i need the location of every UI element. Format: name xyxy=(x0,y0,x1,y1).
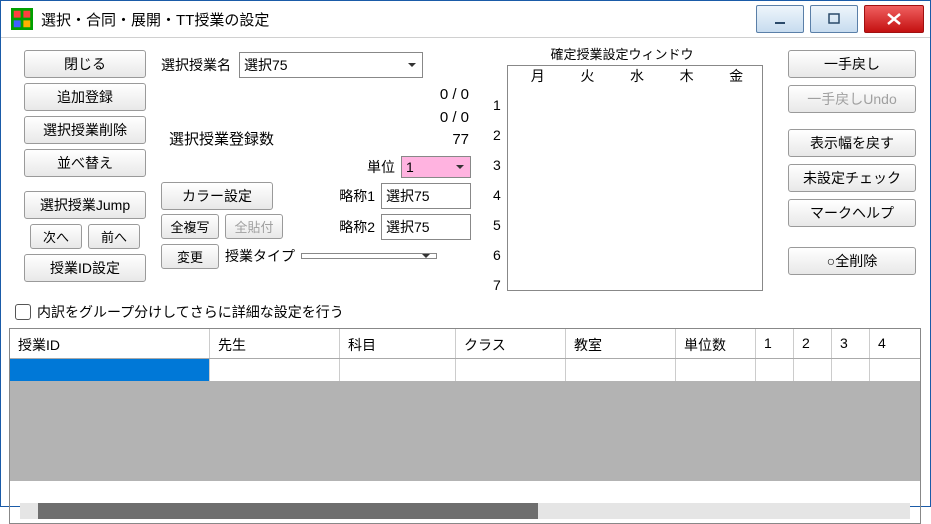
abbr1-label: 略称1 xyxy=(339,186,375,206)
mid-zone: 選択授業名 選択75 0 / 0 0 / 0 選択授業登録数 77 単位 1 カ… xyxy=(161,52,471,269)
add-button[interactable]: 追加登録 xyxy=(24,83,146,111)
period-5: 5 xyxy=(493,210,501,240)
horizontal-scrollbar[interactable] xyxy=(20,503,910,519)
name-value: 選択75 xyxy=(244,57,288,73)
grid-row[interactable] xyxy=(10,359,920,381)
stats: 0 / 0 0 / 0 選択授業登録数 77 xyxy=(161,84,469,152)
grid-cell[interactable] xyxy=(756,359,794,381)
day-thu: 木 xyxy=(680,66,694,86)
mark-help-button[interactable]: マークヘルプ xyxy=(788,199,916,227)
period-7: 7 xyxy=(493,270,501,300)
undo-button[interactable]: 一手戻し xyxy=(788,50,916,78)
day-tue: 火 xyxy=(580,66,594,86)
color-button[interactable]: カラー設定 xyxy=(161,182,273,210)
calendar-grid[interactable] xyxy=(507,65,763,291)
unit-select[interactable]: 1 xyxy=(401,156,471,178)
next-button[interactable]: 次へ xyxy=(30,224,82,249)
period-3: 3 xyxy=(493,150,501,180)
col-lesson-id[interactable]: 授業ID xyxy=(10,329,210,358)
name-select[interactable]: 選択75 xyxy=(239,52,423,78)
delete-button[interactable]: 選択授業削除 xyxy=(24,116,146,144)
copy-all-button[interactable]: 全複写 xyxy=(161,214,219,239)
day-wed: 水 xyxy=(630,66,644,86)
count-label: 選択授業登録数 xyxy=(169,129,274,152)
grid-cell[interactable] xyxy=(870,359,908,381)
detail-checkbox-label: 内訳をグループ分けしてさらに詳細な設定を行う xyxy=(37,302,344,322)
stat-2: 0 / 0 xyxy=(161,107,469,130)
paste-all-button[interactable]: 全貼付 xyxy=(225,214,283,239)
right-column: 一手戻し 一手戻しUndo 表示幅を戻す 未設定チェック マークヘルプ ○全削除 xyxy=(788,50,916,275)
col-class[interactable]: クラス xyxy=(456,329,566,358)
calendar-periods: 1 2 3 4 5 6 7 xyxy=(493,90,501,300)
left-column: 閉じる 追加登録 選択授業削除 並べ替え 選択授業Jump 次へ 前へ 授業ID… xyxy=(15,50,155,282)
unset-check-button[interactable]: 未設定チェック xyxy=(788,164,916,192)
delete-all-button[interactable]: ○全削除 xyxy=(788,247,916,275)
close-form-button[interactable]: 閉じる xyxy=(24,50,146,78)
grid-cell-selected[interactable] xyxy=(10,359,210,381)
type-label: 授業タイプ xyxy=(225,246,295,266)
col-room[interactable]: 教室 xyxy=(566,329,676,358)
grid-cell[interactable] xyxy=(456,359,566,381)
sort-button[interactable]: 並べ替え xyxy=(24,149,146,177)
undo-undo-button[interactable]: 一手戻しUndo xyxy=(788,85,916,113)
calendar-days: 月 火 水 木 金 xyxy=(513,66,761,86)
type-select[interactable] xyxy=(301,253,437,259)
period-1: 1 xyxy=(493,90,501,120)
titlebar: 選択・合同・展開・TT授業の設定 xyxy=(1,1,930,38)
body: 閉じる 追加登録 選択授業削除 並べ替え 選択授業Jump 次へ 前へ 授業ID… xyxy=(1,38,930,504)
period-6: 6 xyxy=(493,240,501,270)
window-controls xyxy=(756,5,930,33)
unit-label: 単位 xyxy=(367,157,395,177)
detail-checkbox-row: 内訳をグループ分けしてさらに詳細な設定を行う xyxy=(15,302,344,322)
day-mon: 月 xyxy=(531,66,545,86)
scrollbar-thumb[interactable] xyxy=(38,503,538,519)
col-units[interactable]: 単位数 xyxy=(676,329,756,358)
grid-cell[interactable] xyxy=(566,359,676,381)
id-setting-button[interactable]: 授業ID設定 xyxy=(24,254,146,282)
col-1[interactable]: 1 xyxy=(756,329,794,358)
grid-cell[interactable] xyxy=(794,359,832,381)
abbr2-input[interactable]: 選択75 xyxy=(381,214,471,240)
count-value: 77 xyxy=(452,129,469,152)
grid-empty-area xyxy=(10,381,920,481)
change-button[interactable]: 変更 xyxy=(161,244,219,269)
period-2: 2 xyxy=(493,120,501,150)
jump-button[interactable]: 選択授業Jump xyxy=(24,191,146,219)
name-label: 選択授業名 xyxy=(161,55,231,75)
abbr1-input[interactable]: 選択75 xyxy=(381,183,471,209)
calendar-zone: 確定授業設定ウィンドウ 月 火 水 木 金 1 2 3 4 5 6 7 xyxy=(477,44,767,291)
grid-header: 授業ID 先生 科目 クラス 教室 単位数 1 2 3 4 xyxy=(10,329,920,359)
calendar-title: 確定授業設定ウィンドウ xyxy=(477,44,767,63)
grid-cell[interactable] xyxy=(676,359,756,381)
prev-button[interactable]: 前へ xyxy=(88,224,140,249)
unit-value: 1 xyxy=(406,159,414,175)
col-subject[interactable]: 科目 xyxy=(340,329,456,358)
data-grid[interactable]: 授業ID 先生 科目 クラス 教室 単位数 1 2 3 4 xyxy=(9,328,921,524)
grid-cell[interactable] xyxy=(340,359,456,381)
minimize-button[interactable] xyxy=(756,5,804,33)
window: 選択・合同・展開・TT授業の設定 閉じる 追加登録 選択授業削除 並べ替え 選択… xyxy=(0,0,931,507)
maximize-button[interactable] xyxy=(810,5,858,33)
col-2[interactable]: 2 xyxy=(794,329,832,358)
day-fri: 金 xyxy=(729,66,743,86)
col-4[interactable]: 4 xyxy=(870,329,908,358)
reset-width-button[interactable]: 表示幅を戻す xyxy=(788,129,916,157)
grid-cell[interactable] xyxy=(832,359,870,381)
grid-cell[interactable] xyxy=(210,359,340,381)
detail-checkbox[interactable] xyxy=(15,304,31,320)
period-4: 4 xyxy=(493,180,501,210)
app-icon xyxy=(11,8,33,30)
col-3[interactable]: 3 xyxy=(832,329,870,358)
abbr2-label: 略称2 xyxy=(339,217,375,237)
stat-1: 0 / 0 xyxy=(161,84,469,107)
window-title: 選択・合同・展開・TT授業の設定 xyxy=(41,9,756,30)
close-button[interactable] xyxy=(864,5,924,33)
col-teacher[interactable]: 先生 xyxy=(210,329,340,358)
